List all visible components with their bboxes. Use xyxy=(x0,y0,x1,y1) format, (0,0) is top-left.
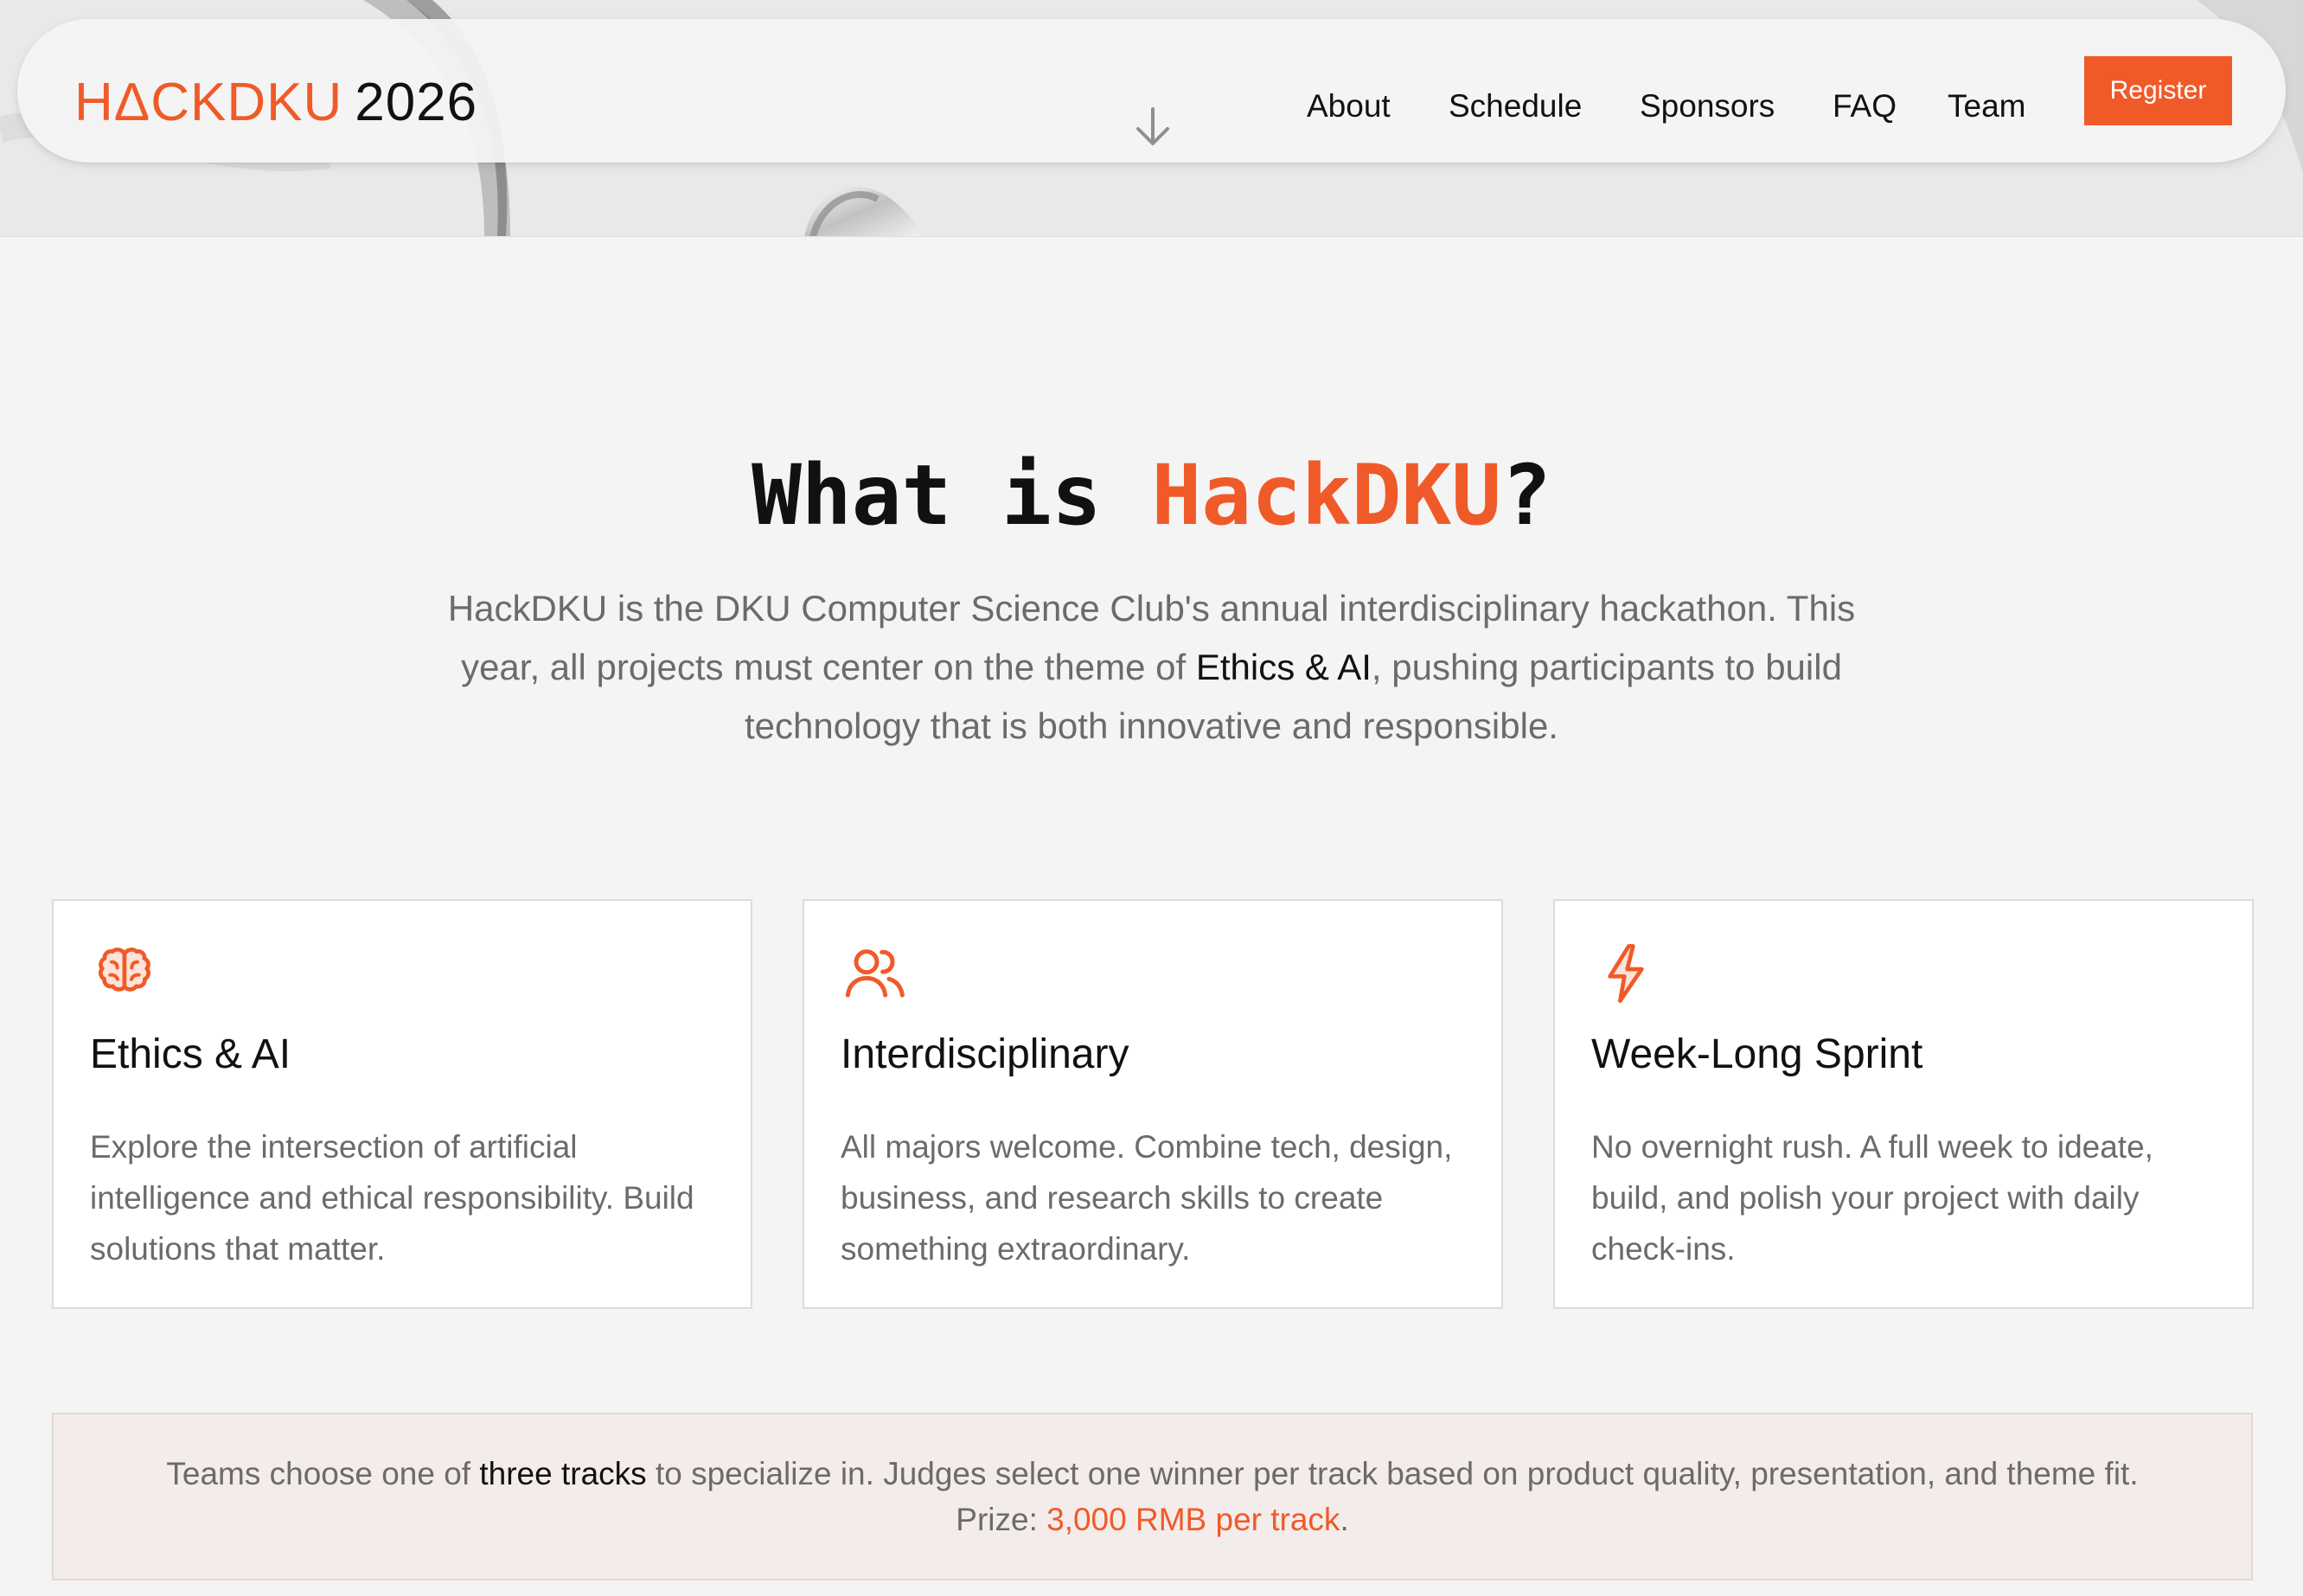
intro-theme-highlight: Ethics & AI xyxy=(1195,647,1372,687)
nav-link-team[interactable]: Team xyxy=(1948,88,2025,124)
nav-links: About Schedule Sponsors FAQ Team xyxy=(17,88,2286,131)
nav-link-sponsors[interactable]: Sponsors xyxy=(1640,88,1775,124)
card-title: Week-Long Sprint xyxy=(1591,1031,1923,1077)
feature-card-sprint: Week-Long Sprint No overnight rush. A fu… xyxy=(1553,899,2254,1309)
title-brand: HackDKU xyxy=(1151,447,1502,544)
users-icon xyxy=(845,949,905,998)
tracks-text-2: to specialize in. Judges select one winn… xyxy=(646,1456,2139,1491)
nav-link-faq[interactable]: FAQ xyxy=(1833,88,1897,124)
title-suffix: ? xyxy=(1501,447,1551,544)
section-title: What is HackDKU? xyxy=(0,454,2303,537)
feature-card-ethics: Ethics & AI Explore the intersection of … xyxy=(52,899,752,1309)
tracks-line-1: Teams choose one of three tracks to spec… xyxy=(166,1451,2138,1497)
navbar: HΔCKDKU 2026 About Schedule Sponsors FAQ … xyxy=(17,19,2286,163)
card-description: Explore the intersection of artificial i… xyxy=(90,1129,694,1267)
register-button[interactable]: Register xyxy=(2084,56,2232,125)
feature-card-interdisciplinary: Interdisciplinary All majors welcome. Co… xyxy=(803,899,1503,1309)
card-description: All majors welcome. Combine tech, design… xyxy=(841,1129,1453,1267)
nav-link-about[interactable]: About xyxy=(1307,88,1391,124)
tracks-line-2: Prize: 3,000 RMB per track. xyxy=(956,1497,1348,1542)
prize-amount: 3,000 RMB per track xyxy=(1046,1502,1340,1537)
card-description: No overnight rush. A full week to ideate… xyxy=(1591,1129,2153,1267)
tracks-highlight: three tracks xyxy=(479,1456,647,1491)
intro-paragraph: HackDKU is the DKU Computer Science Club… xyxy=(406,579,1897,756)
prize-label: Prize: xyxy=(956,1502,1047,1537)
page: HΔCKDKU 2026 About Schedule Sponsors FAQ … xyxy=(0,0,2303,1596)
title-prefix: What is xyxy=(752,447,1152,544)
nav-link-schedule[interactable]: Schedule xyxy=(1449,88,1582,124)
card-title: Ethics & AI xyxy=(90,1031,291,1077)
prize-suffix: . xyxy=(1340,1502,1349,1537)
lightning-icon xyxy=(1608,944,1644,1003)
card-title: Interdisciplinary xyxy=(841,1031,1129,1077)
tracks-text-1: Teams choose one of xyxy=(166,1456,480,1491)
brain-icon xyxy=(99,948,150,992)
tracks-banner: Teams choose one of three tracks to spec… xyxy=(52,1413,2253,1580)
